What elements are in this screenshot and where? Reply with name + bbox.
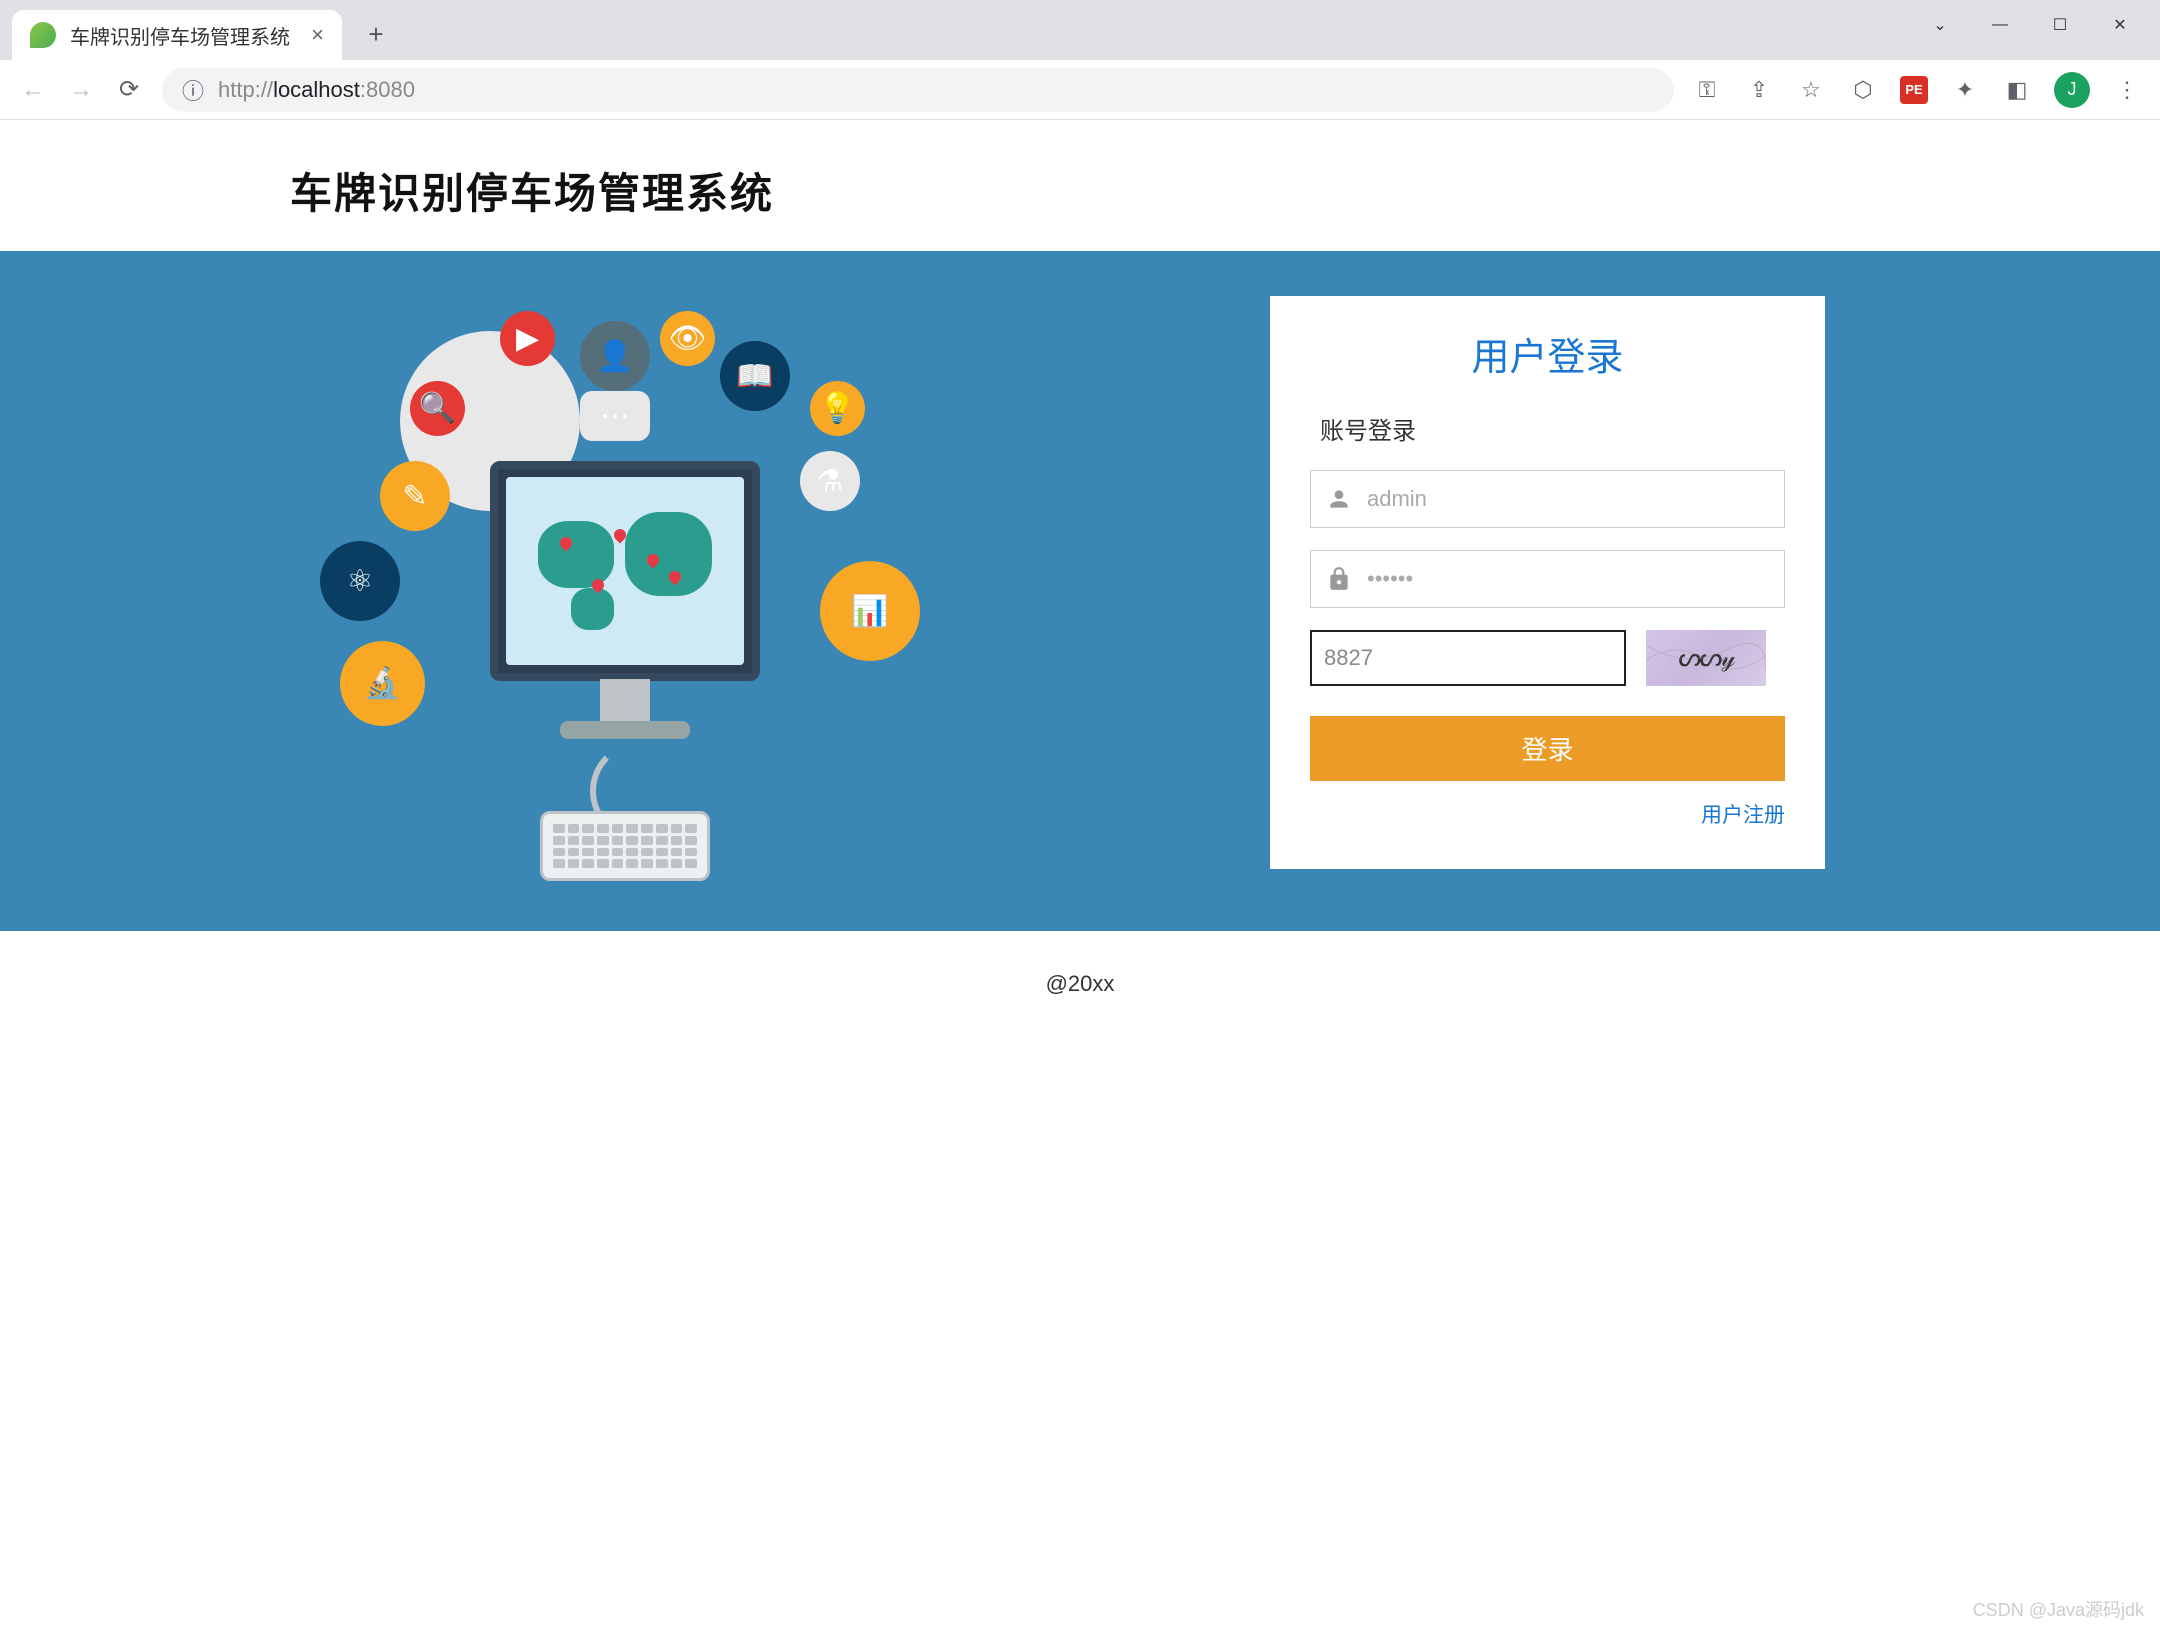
profile-avatar[interactable]: J	[2054, 72, 2090, 108]
microscope-icon: 🔬	[340, 641, 425, 726]
speech-icon: ⋯	[580, 391, 650, 441]
url-text: http://localhost:8080	[218, 77, 415, 103]
side-panel-icon[interactable]: ◧	[2002, 75, 2032, 105]
hero-illustration: ⚛ ✎ 🔍 ▶ 👤 👁 📖 💡 ⚗ 📊 🔬 ⋯	[300, 281, 950, 901]
user-icon	[1326, 486, 1352, 512]
lock-icon	[1326, 566, 1352, 592]
url-input[interactable]: ⓘ http://localhost:8080	[162, 68, 1674, 112]
browser-tab[interactable]: 车牌识别停车场管理系统 ×	[12, 10, 342, 60]
eye-icon: 👁	[660, 311, 715, 366]
bulb-icon: 💡	[810, 381, 865, 436]
monitor-illustration	[490, 461, 760, 681]
extension-pe-icon[interactable]: PE	[1900, 76, 1928, 104]
login-title: 用户登录	[1310, 326, 1785, 381]
tab-favicon-icon	[30, 22, 56, 48]
page-title: 车牌识别停车场管理系统	[290, 160, 2160, 221]
captcha-input[interactable]	[1310, 630, 1626, 686]
search-icon: 🔍	[410, 381, 465, 436]
puzzle-icon[interactable]: ✦	[1950, 75, 1980, 105]
nav-reload-icon[interactable]: ⟳	[114, 75, 144, 105]
key-icon[interactable]: ⚿	[1692, 75, 1722, 105]
hero-section: ⚛ ✎ 🔍 ▶ 👤 👁 📖 💡 ⚗ 📊 🔬 ⋯	[0, 251, 2160, 931]
tab-title: 车牌识别停车场管理系统	[70, 21, 290, 50]
new-tab-button[interactable]: +	[354, 12, 398, 56]
tab-bar: 车牌识别停车场管理系统 × +	[0, 0, 2160, 60]
captcha-image[interactable]: ᔕᔕ𝓎	[1646, 630, 1766, 686]
site-info-icon[interactable]: ⓘ	[182, 74, 204, 106]
login-subtitle: 账号登录	[1310, 411, 1785, 446]
register-link[interactable]: 用户注册	[1701, 804, 1785, 827]
extension-hexagon-icon[interactable]: ⬡	[1848, 75, 1878, 105]
watermark: CSDN @Java源码jdk	[1973, 1596, 2144, 1622]
nav-back-icon[interactable]: ←	[18, 75, 48, 105]
footer-text: @20xx	[0, 931, 2160, 1037]
keyboard-illustration	[540, 811, 710, 881]
play-icon: ▶	[500, 311, 555, 366]
tab-close-icon[interactable]: ×	[311, 22, 324, 48]
address-bar: ← → ⟳ ⓘ http://localhost:8080 ⚿ ⇪ ☆ ⬡ PE…	[0, 60, 2160, 120]
window-dropdown-icon[interactable]: ⌄	[1930, 15, 1950, 35]
flask-icon: ⚗	[800, 451, 860, 511]
login-card: 用户登录 账号登录 ᔕᔕ𝓎	[1270, 296, 1825, 869]
menu-kebab-icon[interactable]: ⋮	[2112, 75, 2142, 105]
password-input[interactable]	[1310, 550, 1785, 608]
username-input[interactable]	[1310, 470, 1785, 528]
window-minimize-icon[interactable]: —	[1990, 15, 2010, 35]
nav-forward-icon[interactable]: →	[66, 75, 96, 105]
person-icon: 👤	[580, 321, 650, 391]
login-button[interactable]: 登录	[1310, 716, 1785, 781]
book-icon: 📖	[720, 341, 790, 411]
share-icon[interactable]: ⇪	[1744, 75, 1774, 105]
window-maximize-icon[interactable]: ☐	[2050, 15, 2070, 35]
pencil-icon: ✎	[380, 461, 450, 531]
chart-icon: 📊	[820, 561, 920, 661]
window-close-icon[interactable]: ✕	[2110, 15, 2130, 35]
atom-icon: ⚛	[320, 541, 400, 621]
bookmark-icon[interactable]: ☆	[1796, 75, 1826, 105]
